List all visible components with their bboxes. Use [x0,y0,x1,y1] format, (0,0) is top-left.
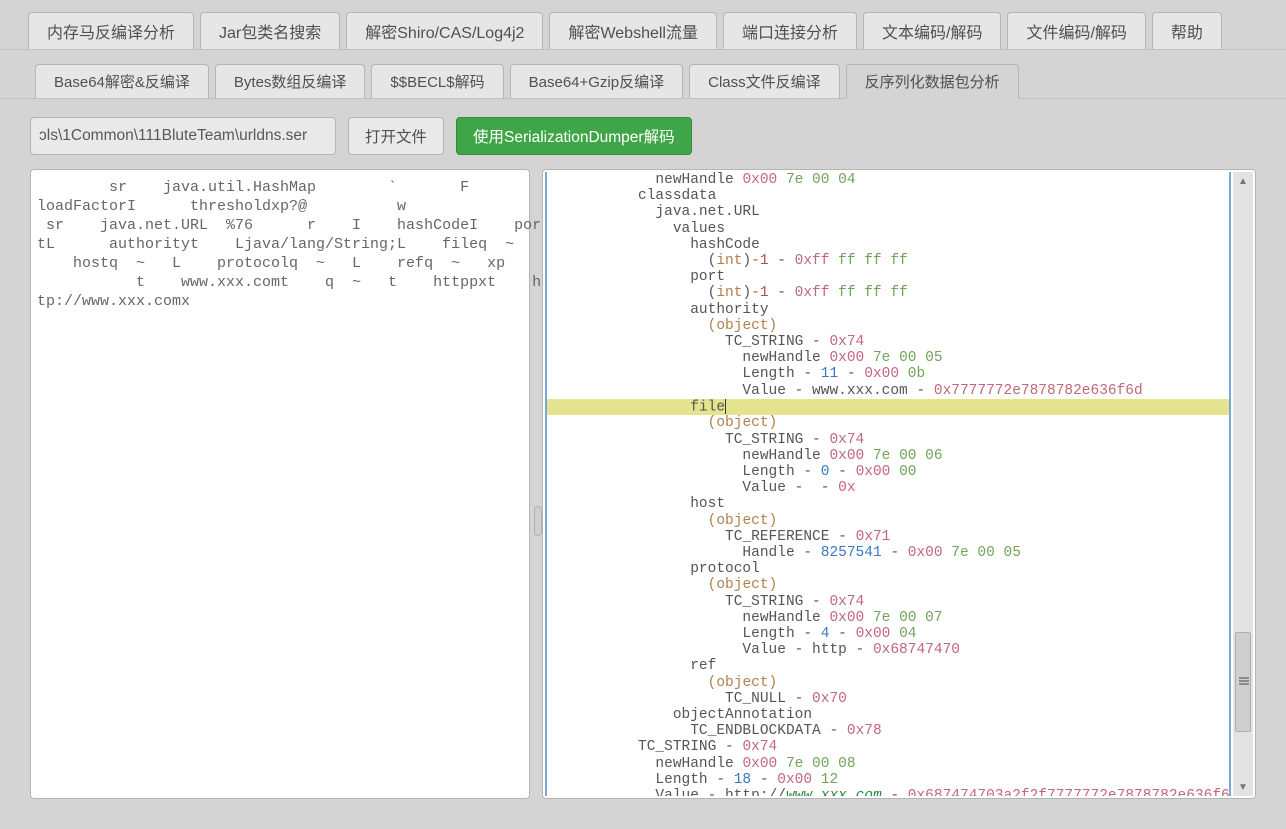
parsed-output-panel[interactable]: newHandle 0x00 7e 00 04 classdata java.n… [542,169,1256,799]
tab-decrypt-shiro[interactable]: 解密Shiro/CAS/Log4j2 [346,12,543,49]
panels: sr java.util.HashMap ` F loadFactorI thr… [0,155,1286,799]
raw-stream-panel[interactable]: sr java.util.HashMap ` F loadFactorI thr… [30,169,530,799]
tab-port-analysis[interactable]: 端口连接分析 [723,12,857,49]
subtab-deserialization-analysis[interactable]: 反序列化数据包分析 [846,64,1019,99]
action-bar: 打开文件 使用SerializationDumper解码 [0,99,1286,155]
subtab-becl-decode[interactable]: $$BECL$解码 [371,64,503,98]
scroll-up-icon[interactable]: ▲ [1233,172,1253,190]
tab-mem-horse[interactable]: 内存马反编译分析 [28,12,194,49]
subtab-class-decompile[interactable]: Class文件反编译 [689,64,840,98]
file-path-input[interactable] [30,117,336,155]
tab-decrypt-webshell[interactable]: 解密Webshell流量 [549,12,717,49]
tab-help[interactable]: 帮助 [1152,12,1222,49]
open-file-button[interactable]: 打开文件 [348,117,444,155]
tab-file-encoding[interactable]: 文件编码/解码 [1007,12,1145,49]
panel-splitter[interactable] [534,506,542,536]
raw-stream-text: sr java.util.HashMap ` F loadFactorI thr… [31,170,529,319]
scroll-down-icon[interactable]: ▼ [1233,778,1253,796]
main-tabstrip: 内存马反编译分析 Jar包类名搜索 解密Shiro/CAS/Log4j2 解密W… [0,0,1286,50]
parsed-output-code: newHandle 0x00 7e 00 04 classdata java.n… [547,172,1229,796]
tab-jar-class-search[interactable]: Jar包类名搜索 [200,12,340,49]
sub-tabstrip: Base64解密&反编译 Bytes数组反编译 $$BECL$解码 Base64… [0,50,1286,99]
decode-serialization-dumper-button[interactable]: 使用SerializationDumper解码 [456,117,692,155]
tab-text-encoding[interactable]: 文本编码/解码 [863,12,1001,49]
subtab-base64-gzip[interactable]: Base64+Gzip反编译 [510,64,683,98]
vertical-scrollbar[interactable]: ▲ ▼ [1233,172,1253,796]
scroll-thumb[interactable] [1235,632,1251,732]
subtab-base64-decompile[interactable]: Base64解密&反编译 [35,64,209,98]
subtab-bytes-array-decompile[interactable]: Bytes数组反编译 [215,64,366,98]
